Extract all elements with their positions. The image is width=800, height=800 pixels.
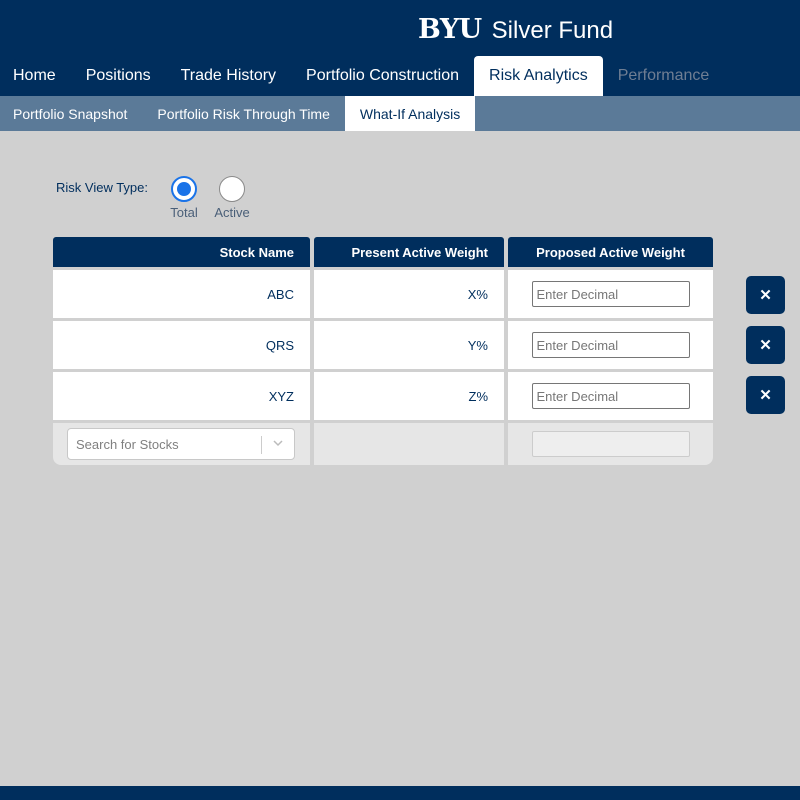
tab-label: Home bbox=[13, 67, 56, 84]
header-present-active-weight: Present Active Weight bbox=[314, 237, 504, 267]
cell-present-weight: X% bbox=[314, 270, 504, 318]
tab-label: Performance bbox=[617, 67, 710, 84]
cell-stock-name: XYZ bbox=[53, 372, 310, 420]
tab-home[interactable]: Home bbox=[0, 56, 71, 96]
cell-stock-name: ABC bbox=[53, 270, 310, 318]
add-stock-row: Search for Stocks bbox=[53, 423, 713, 465]
tab-portfolio-construction[interactable]: Portfolio Construction bbox=[291, 56, 474, 96]
close-icon: ✕ bbox=[759, 287, 772, 304]
cell-empty bbox=[314, 423, 504, 465]
tab-positions[interactable]: Positions bbox=[71, 56, 166, 96]
table-row: XYZ Z% bbox=[53, 372, 713, 420]
tab-label: Portfolio Construction bbox=[306, 67, 460, 84]
table-row: QRS Y% bbox=[53, 321, 713, 369]
subtab-portfolio-risk-through-time[interactable]: Portfolio Risk Through Time bbox=[142, 96, 344, 131]
proposed-weight-input[interactable] bbox=[531, 383, 690, 409]
cell-stock-search: Search for Stocks bbox=[53, 423, 310, 465]
subtab-portfolio-snapshot[interactable]: Portfolio Snapshot bbox=[0, 96, 142, 131]
byu-logo: BYU bbox=[418, 14, 482, 45]
tab-performance: Performance bbox=[603, 56, 725, 96]
risk-view-label: Risk View Type: bbox=[56, 180, 149, 195]
cell-proposed-weight bbox=[508, 270, 713, 318]
radio-label-total: Total bbox=[170, 205, 198, 220]
tab-label: Risk Analytics bbox=[489, 67, 588, 84]
radio-total[interactable] bbox=[171, 176, 198, 202]
radio-option-active[interactable]: Active bbox=[208, 176, 256, 220]
table-row: ABC X% bbox=[53, 270, 713, 318]
cell-proposed-weight bbox=[508, 321, 713, 369]
risk-view-type: Risk View Type: Total Active bbox=[56, 176, 256, 220]
delete-row-button[interactable]: ✕ bbox=[746, 376, 785, 414]
subtab-label: What-If Analysis bbox=[359, 105, 461, 122]
cell-stock-name: QRS bbox=[53, 321, 310, 369]
table-header-row: Stock Name Present Active Weight Propose… bbox=[53, 237, 713, 267]
stock-search-select[interactable]: Search for Stocks bbox=[67, 428, 295, 460]
tab-trade-history[interactable]: Trade History bbox=[166, 56, 291, 96]
header-bar: BYU Silver Fund Home Positions Trade His… bbox=[0, 0, 800, 96]
subtab-label: Portfolio Risk Through Time bbox=[157, 105, 330, 122]
proposed-weight-input[interactable] bbox=[531, 281, 690, 307]
tab-label: Positions bbox=[85, 67, 151, 84]
stock-search-placeholder: Search for Stocks bbox=[76, 436, 179, 452]
risk-view-radio-group: Total Active bbox=[160, 176, 256, 220]
delete-row-button[interactable]: ✕ bbox=[746, 276, 785, 314]
footer-bar bbox=[0, 786, 800, 800]
subtab-label: Portfolio Snapshot bbox=[13, 105, 128, 122]
main-nav: Home Positions Trade History Portfolio C… bbox=[0, 56, 724, 96]
tab-risk-analytics[interactable]: Risk Analytics bbox=[474, 56, 603, 96]
radio-option-total[interactable]: Total bbox=[160, 176, 208, 220]
close-icon: ✕ bbox=[759, 387, 772, 404]
cell-proposed-disabled bbox=[508, 423, 713, 465]
brand-logo: BYU Silver Fund bbox=[418, 14, 613, 45]
select-separator bbox=[261, 436, 262, 454]
cell-present-weight: Z% bbox=[314, 372, 504, 420]
delete-row-button[interactable]: ✕ bbox=[746, 326, 785, 364]
cell-present-weight: Y% bbox=[314, 321, 504, 369]
what-if-table: Stock Name Present Active Weight Propose… bbox=[53, 237, 713, 465]
cell-proposed-weight bbox=[508, 372, 713, 420]
close-icon: ✕ bbox=[759, 337, 772, 354]
proposed-weight-input[interactable] bbox=[531, 332, 690, 358]
header-stock-name: Stock Name bbox=[53, 237, 310, 267]
tab-label: Trade History bbox=[180, 67, 277, 84]
brand-name: Silver Fund bbox=[491, 17, 614, 44]
chevron-down-icon[interactable] bbox=[273, 438, 283, 448]
radio-active[interactable] bbox=[219, 176, 246, 202]
proposed-weight-input-disabled bbox=[531, 431, 690, 457]
header-proposed-active-weight: Proposed Active Weight bbox=[508, 237, 713, 267]
radio-label-active: Active bbox=[214, 205, 250, 220]
subtab-what-if-analysis[interactable]: What-If Analysis bbox=[344, 96, 476, 131]
sub-nav: Portfolio Snapshot Portfolio Risk Throug… bbox=[0, 96, 800, 131]
